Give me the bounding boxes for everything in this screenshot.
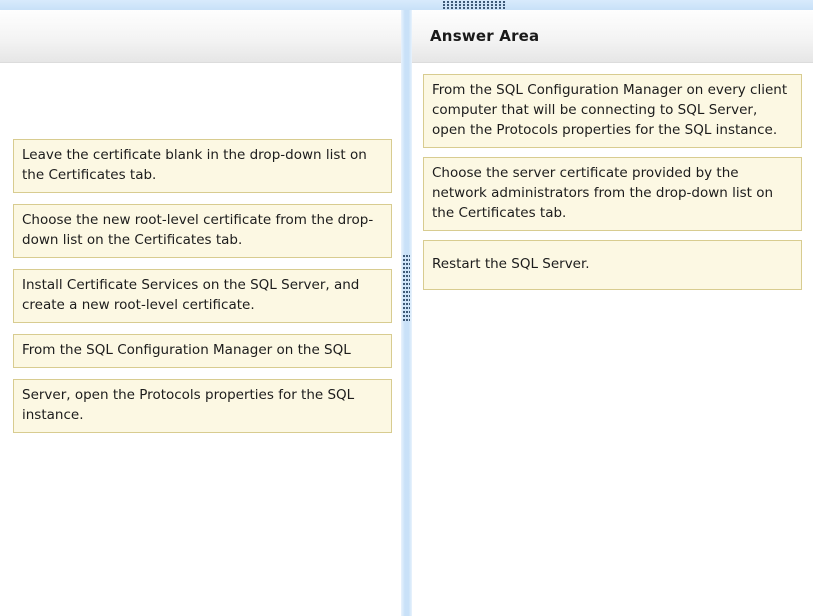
answer-card[interactable]: Restart the SQL Server. xyxy=(423,240,802,290)
horizontal-drag-handle-icon[interactable] xyxy=(443,1,506,9)
vertical-splitter-bar[interactable] xyxy=(401,10,412,616)
options-list: Leave the certificate blank in the drop-… xyxy=(13,139,401,433)
answer-card[interactable]: Choose the server certificate provided b… xyxy=(423,157,802,231)
options-panel-header xyxy=(0,10,401,63)
answer-area-panel: Answer Area From the SQL Configuration M… xyxy=(412,10,813,616)
option-card[interactable]: Leave the certificate blank in the drop-… xyxy=(13,139,392,193)
option-card[interactable]: Install Certificate Services on the SQL … xyxy=(13,269,392,323)
panels-container: Leave the certificate blank in the drop-… xyxy=(0,10,813,616)
option-card[interactable]: From the SQL Configuration Manager on th… xyxy=(13,334,392,368)
vertical-drag-handle-icon[interactable] xyxy=(403,255,410,321)
options-panel: Leave the certificate blank in the drop-… xyxy=(0,10,401,616)
exam-drag-drop-question: Leave the certificate blank in the drop-… xyxy=(0,0,813,616)
answers-list: From the SQL Configuration Manager on ev… xyxy=(423,74,813,290)
option-card[interactable]: Choose the new root-level certificate fr… xyxy=(13,204,392,258)
answer-card[interactable]: From the SQL Configuration Manager on ev… xyxy=(423,74,802,148)
answer-area-title: Answer Area xyxy=(412,27,539,45)
option-card[interactable]: Server, open the Protocols properties fo… xyxy=(13,379,392,433)
top-splitter-bar[interactable] xyxy=(0,0,813,10)
answer-area-header: Answer Area xyxy=(412,10,813,63)
